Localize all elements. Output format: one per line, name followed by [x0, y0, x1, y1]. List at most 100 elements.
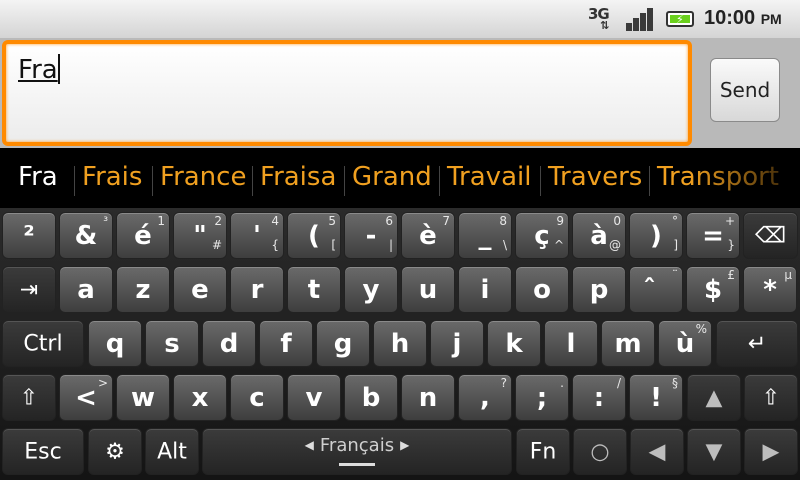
key-alt-label: >: [97, 376, 108, 390]
key-row4-3[interactable]: c: [230, 374, 284, 421]
key-alt-label: {: [271, 238, 279, 252]
key-alt-label: [: [331, 238, 336, 252]
shift-icon: ⇧: [761, 385, 781, 410]
key-row3-0[interactable]: q: [88, 320, 142, 367]
key-row2-11[interactable]: $ £: [686, 266, 740, 313]
key-row1-5[interactable]: (5[: [287, 212, 341, 259]
key-label: p: [589, 274, 609, 305]
key-row1-11[interactable]: ) °]: [629, 212, 683, 259]
enter-key[interactable]: ↵: [716, 320, 798, 367]
esc-key[interactable]: Esc: [2, 428, 84, 475]
shift-key-right[interactable]: ⇧: [744, 374, 798, 421]
settings-key[interactable]: ⚙: [88, 428, 142, 475]
key-label: l: [566, 328, 576, 359]
suggestion-6[interactable]: Travers: [548, 162, 642, 192]
key-alt-label: 8: [499, 214, 507, 228]
key-alt-label: 5: [328, 214, 336, 228]
suggestion-4[interactable]: Grand: [352, 162, 432, 192]
key-label: e: [191, 274, 209, 305]
key-row4-5[interactable]: b: [344, 374, 398, 421]
suggestion-0[interactable]: Fra: [18, 162, 58, 192]
key-row1-10[interactable]: à 0 @: [572, 212, 626, 259]
tab-key[interactable]: ⇥: [2, 266, 56, 313]
key-row3-9[interactable]: m: [601, 320, 655, 367]
key-row1-12[interactable]: = +}: [686, 212, 740, 259]
key-alt-label: 9: [556, 214, 564, 228]
key-row3-4[interactable]: g: [316, 320, 370, 367]
key-alt-label: §: [672, 376, 678, 390]
suggestion-2[interactable]: France: [160, 162, 246, 192]
key-row1-4[interactable]: ' 4{: [230, 212, 284, 259]
key-row4-0[interactable]: < >: [59, 374, 113, 421]
key-label: g: [333, 328, 353, 359]
key-row3-6[interactable]: j: [430, 320, 484, 367]
key-label: y: [362, 274, 380, 305]
key-row4-4[interactable]: v: [287, 374, 341, 421]
key-row2-1[interactable]: z: [116, 266, 170, 313]
key-row2-7[interactable]: i: [458, 266, 512, 313]
key-row1-0[interactable]: ²: [2, 212, 56, 259]
key-row2-3[interactable]: r: [230, 266, 284, 313]
key-row3-3[interactable]: f: [259, 320, 313, 367]
key-row1-3[interactable]: " 2 #: [173, 212, 227, 259]
arrow-left-key[interactable]: ◀: [630, 428, 684, 475]
key-row2-0[interactable]: a: [59, 266, 113, 313]
key-row4-8[interactable]: ;.: [515, 374, 569, 421]
shift-key-left[interactable]: ⇧: [2, 374, 56, 421]
key-row4-10[interactable]: ! §: [629, 374, 683, 421]
key-alt-label: }: [727, 238, 735, 252]
key-row1-2[interactable]: é1: [116, 212, 170, 259]
key-row4-7[interactable]: ,?: [458, 374, 512, 421]
alt-key[interactable]: Alt: [145, 428, 199, 475]
arrow-down-key[interactable]: ▼: [687, 428, 741, 475]
send-button[interactable]: Send: [710, 58, 780, 122]
key-label: m: [614, 328, 642, 359]
key-label: ²: [23, 220, 35, 251]
suggestion-7[interactable]: Transport: [657, 162, 779, 192]
key-row3-7[interactable]: k: [487, 320, 541, 367]
key-label: f: [280, 328, 292, 359]
backspace-key[interactable]: ⌫: [743, 212, 798, 259]
suggestion-3[interactable]: Fraisa: [260, 162, 336, 192]
key-label: Fn: [529, 439, 557, 464]
key-row3-2[interactable]: d: [202, 320, 256, 367]
key-row4-6[interactable]: n: [401, 374, 455, 421]
suggestion-divider: [152, 166, 153, 196]
key-row2-5[interactable]: y: [344, 266, 398, 313]
key-row2-2[interactable]: e: [173, 266, 227, 313]
key-row2-12[interactable]: * µ: [743, 266, 797, 313]
key-alt-label: 1: [157, 214, 165, 228]
key-row1-8[interactable]: _ 8 \: [458, 212, 512, 259]
key-row2-10[interactable]: ̂¨: [629, 266, 683, 313]
key-row3-1[interactable]: s: [145, 320, 199, 367]
key-row1-9[interactable]: ç 9 ^: [515, 212, 569, 259]
suggestion-strip: Fra Frais France Fraisa Grand Travail Travers T…: [0, 150, 800, 208]
key-row3-8[interactable]: l: [544, 320, 598, 367]
key-row2-8[interactable]: o: [515, 266, 569, 313]
center-key[interactable]: ○: [573, 428, 627, 475]
fn-key[interactable]: Fn: [516, 428, 570, 475]
key-label: Alt: [157, 439, 187, 464]
key-row1-1[interactable]: & ³: [59, 212, 113, 259]
arrow-up-key[interactable]: ▲: [687, 374, 741, 421]
key-row2-6[interactable]: u: [401, 266, 455, 313]
message-input[interactable]: Fra: [2, 40, 692, 146]
key-row3-5[interactable]: h: [373, 320, 427, 367]
key-row4-9[interactable]: : /: [572, 374, 626, 421]
language-name: Français: [319, 435, 395, 456]
key-label: r: [250, 274, 264, 305]
arrow-right-key[interactable]: ▶: [744, 428, 798, 475]
ctrl-key[interactable]: Ctrl: [2, 320, 84, 367]
key-row2-4[interactable]: t: [287, 266, 341, 313]
key-row4-2[interactable]: x: [173, 374, 227, 421]
key-row2-9[interactable]: p: [572, 266, 626, 313]
key-row1-6[interactable]: -6 |: [344, 212, 398, 259]
key-alt-label: °: [672, 214, 678, 228]
key-row4-1[interactable]: w: [116, 374, 170, 421]
key-row3-10[interactable]: ù%: [658, 320, 712, 367]
suggestion-divider: [439, 166, 440, 196]
suggestion-1[interactable]: Frais: [82, 162, 142, 192]
suggestion-5[interactable]: Travail: [447, 162, 531, 192]
key-row1-7[interactable]: è7: [401, 212, 455, 259]
space-key[interactable]: ◀ Français ▶: [202, 428, 512, 475]
